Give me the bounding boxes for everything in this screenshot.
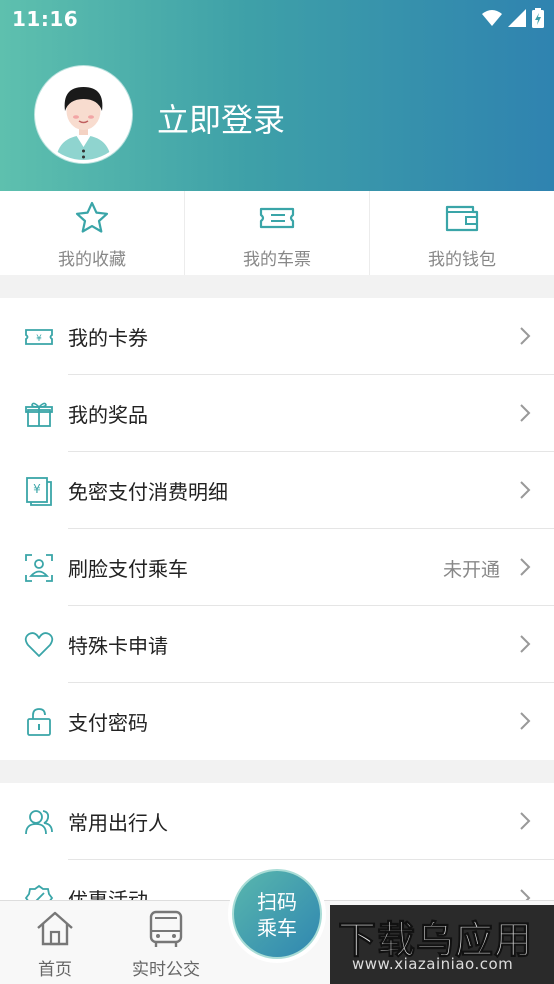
login-link[interactable]: 立即登录	[157, 95, 285, 141]
status-icons	[482, 8, 544, 28]
heart-icon	[24, 632, 54, 657]
menu-item-label: 刷脸支付乘车	[68, 557, 188, 581]
quick-actions: 我的收藏 我的车票 我的钱包	[0, 191, 554, 275]
menu-item-label: 我的奖品	[68, 403, 148, 427]
my-favorites-label: 我的收藏	[58, 250, 126, 270]
chevron-right-icon	[520, 635, 531, 653]
discount-icon	[24, 884, 54, 900]
profile-header: 11:16 立即登录	[0, 0, 554, 191]
menu-item-label: 常用出行人	[68, 811, 168, 835]
menu-group-account: ¥ 我的卡券 我的奖品 ¥ 免密支付消费明细 刷脸支付乘车 未开通 特殊卡申请 …	[0, 298, 554, 760]
status-time: 11:16	[12, 7, 79, 31]
receipt-icon: ¥	[26, 477, 52, 506]
menu-item-frequent-travelers[interactable]: 常用出行人	[0, 783, 554, 860]
menu-item-special-card[interactable]: 特殊卡申请	[0, 606, 554, 683]
chevron-right-icon	[520, 481, 531, 499]
star-icon	[75, 201, 109, 233]
signal-icon	[508, 9, 526, 27]
my-favorites-button[interactable]: 我的收藏	[0, 191, 185, 275]
user-avatar-icon	[38, 69, 129, 160]
my-wallet-button[interactable]: 我的钱包	[370, 191, 554, 275]
wifi-icon	[482, 10, 502, 26]
menu-item-prizes[interactable]: 我的奖品	[0, 375, 554, 452]
menu-item-label: 支付密码	[68, 711, 148, 735]
menu-item-label: 我的卡券	[68, 326, 148, 350]
gift-icon	[25, 402, 53, 427]
menu-item-label: 免密支付消费明细	[68, 480, 228, 504]
menu-item-pay-password[interactable]: 支付密码	[0, 683, 554, 760]
battery-icon	[532, 8, 544, 28]
scan-label-line1: 扫码	[257, 890, 297, 914]
ticket-icon	[259, 207, 295, 229]
status-bar: 11:16	[0, 0, 554, 40]
scan-to-ride-face: 扫码 乘车	[232, 869, 322, 959]
chevron-right-icon	[520, 327, 531, 345]
chevron-right-icon	[520, 889, 531, 900]
menu-item-password-free-details[interactable]: ¥ 免密支付消费明细	[0, 452, 554, 529]
chevron-right-icon	[520, 712, 531, 730]
tab-realtime-bus[interactable]: 实时公交	[111, 901, 221, 984]
lock-icon	[27, 708, 51, 736]
coupon-icon: ¥	[25, 329, 53, 345]
my-tickets-button[interactable]: 我的车票	[185, 191, 370, 275]
menu-item-label: 优惠活动	[68, 888, 148, 900]
tab-realtime-bus-label: 实时公交	[132, 960, 200, 980]
svg-text:¥: ¥	[33, 482, 41, 496]
home-icon	[37, 911, 73, 946]
menu-item-coupons[interactable]: ¥ 我的卡券	[0, 298, 554, 375]
chevron-right-icon	[520, 404, 531, 422]
chevron-right-icon	[520, 558, 531, 576]
tab-home[interactable]: 首页	[0, 901, 110, 984]
svg-text:¥: ¥	[36, 334, 42, 344]
chevron-right-icon	[520, 812, 531, 830]
tab-home-label: 首页	[38, 960, 72, 980]
bus-icon	[149, 910, 183, 947]
watermark: 下载乌应用 www.xiazainiao.com	[330, 905, 554, 984]
people-icon	[25, 810, 53, 835]
my-tickets-label: 我的车票	[243, 250, 311, 270]
menu-item-label: 特殊卡申请	[68, 634, 168, 658]
face-scan-icon	[25, 554, 53, 582]
scan-to-ride-button[interactable]: 扫码 乘车	[228, 865, 326, 963]
menu-item-face-pay[interactable]: 刷脸支付乘车 未开通	[0, 529, 554, 606]
scan-label-line2: 乘车	[257, 916, 297, 940]
watermark-url: www.xiazainiao.com	[352, 955, 514, 973]
avatar[interactable]	[35, 66, 132, 163]
wallet-icon	[445, 205, 479, 232]
my-wallet-label: 我的钱包	[428, 250, 496, 270]
status-value: 未开通	[442, 559, 500, 581]
